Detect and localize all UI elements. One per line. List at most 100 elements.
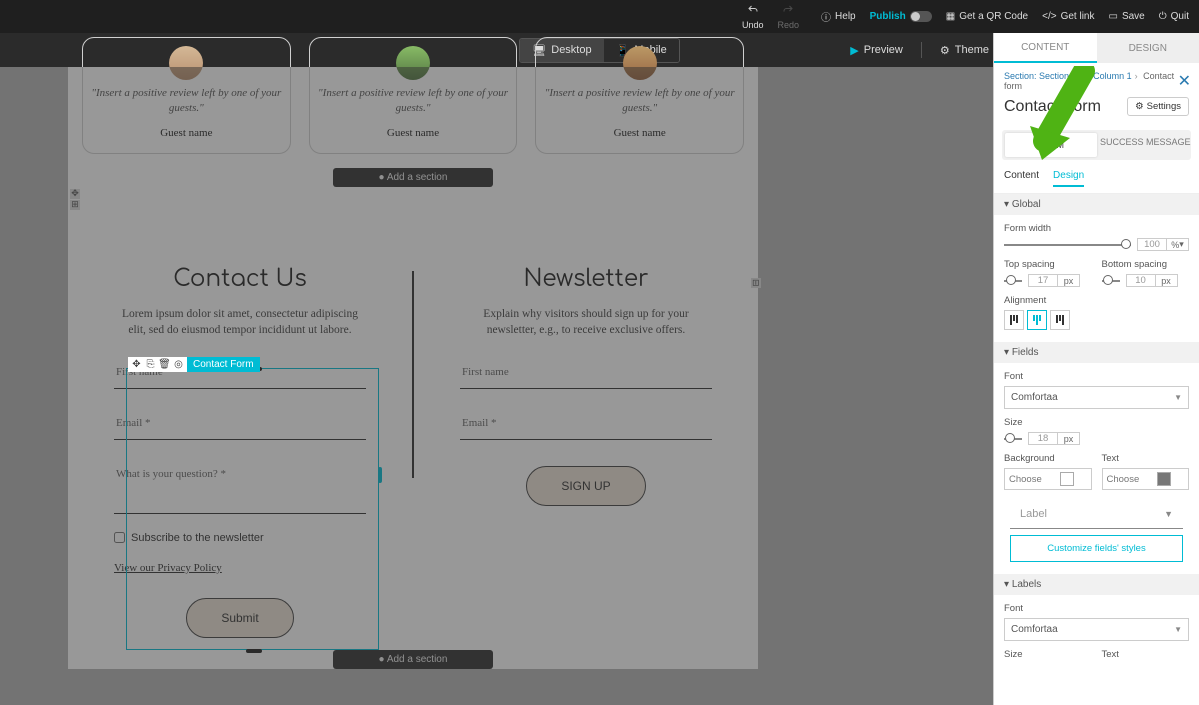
subtab-design[interactable]: Design (1053, 170, 1084, 187)
nl-first-name-field[interactable]: First name (460, 356, 712, 389)
move-icon[interactable]: ✥ (131, 359, 142, 370)
section-fields[interactable]: ▾ Fields (994, 342, 1199, 363)
form-tab[interactable]: FORM (1005, 133, 1097, 157)
crumb-column[interactable]: Column 1 (1093, 71, 1132, 81)
quit-button[interactable]: ⏻ Quit (1159, 11, 1189, 22)
get-link-button[interactable]: </> Get link (1042, 11, 1094, 22)
background-color-picker[interactable]: Choose (1004, 468, 1092, 490)
top-spacing-label: Top spacing (1004, 259, 1092, 270)
qr-button[interactable]: ▦ Get a QR Code (946, 11, 1028, 22)
newsletter-title: Newsletter (460, 267, 712, 292)
bottom-spacing-input[interactable] (1127, 275, 1155, 286)
testimonial-quote: "Insert a positive review left by one of… (318, 86, 509, 117)
play-icon: ▶ (850, 44, 858, 57)
properties-panel: CONTENT DESIGN ✕ Section: Section 13› Co… (993, 33, 1199, 705)
hide-icon[interactable]: ◎ (173, 359, 184, 370)
theme-icon: ⚙ (940, 44, 950, 57)
email-field[interactable]: Email * (114, 407, 366, 440)
testimonial-card[interactable]: "Insert a positive review left by one of… (82, 37, 291, 154)
qr-icon: ▦ (946, 11, 955, 22)
color-swatch (1157, 472, 1171, 486)
guest-name: Guest name (91, 127, 282, 139)
top-spacing-input[interactable] (1029, 275, 1057, 286)
guest-name: Guest name (544, 127, 735, 139)
labels-size-label: Size (1004, 649, 1092, 660)
font-select[interactable]: Comfortaa▼ (1004, 386, 1189, 409)
toggle-off-icon (910, 11, 932, 22)
preview-button[interactable]: ▶ Preview (850, 44, 903, 57)
align-center-button[interactable] (1027, 310, 1047, 330)
panel-heading: Contact Form (1004, 98, 1101, 116)
testimonial-quote: "Insert a positive review left by one of… (544, 86, 735, 117)
resize-handle-right[interactable] (378, 467, 382, 483)
delete-icon[interactable]: 🗑 (159, 359, 170, 370)
redo-button[interactable]: Redo (778, 4, 800, 30)
testimonial-card[interactable]: "Insert a positive review left by one of… (309, 37, 518, 154)
undo-button[interactable]: Undo (742, 4, 764, 30)
subscribe-row[interactable]: Subscribe to the newsletter (114, 532, 366, 544)
alignment-label: Alignment (1004, 295, 1189, 306)
settings-button[interactable]: ⚙ Settings (1127, 97, 1189, 116)
nl-email-field[interactable]: Email * (460, 407, 712, 440)
section-global[interactable]: ▾ Global (994, 194, 1199, 215)
customize-fields-button[interactable]: Customize fields' styles (1010, 535, 1183, 562)
theme-button[interactable]: ⚙ Theme (940, 44, 989, 57)
help-button[interactable]: ⓘ Help (821, 9, 856, 24)
save-icon: ▭ (1108, 11, 1117, 22)
save-button[interactable]: ▭ Save (1108, 11, 1144, 22)
crumb-section[interactable]: Section: Section 13 (1004, 71, 1082, 81)
contact-newsletter-section: Contact Us Lorem ipsum dolor sit amet, c… (68, 267, 758, 648)
bottom-spacing-slider[interactable] (1102, 280, 1120, 282)
breadcrumb: Section: Section 13› Column 1› Contact f… (994, 63, 1199, 95)
labels-font-select[interactable]: Comfortaa▼ (1004, 618, 1189, 641)
success-message-tab[interactable]: SUCCESS MESSAGE (1100, 130, 1192, 160)
testimonials-row: "Insert a positive review left by one of… (68, 37, 758, 164)
copy-icon[interactable]: ⎘ (145, 359, 156, 370)
panel-top-tabs: CONTENT DESIGN (994, 33, 1199, 63)
align-left-button[interactable] (1004, 310, 1024, 330)
subscribe-checkbox[interactable] (114, 532, 125, 543)
grid-icon[interactable]: ⊞ (70, 200, 80, 210)
publish-toggle[interactable]: Publish (870, 11, 932, 22)
form-width-unit[interactable]: % ▾ (1166, 239, 1188, 250)
power-icon: ⏻ (1159, 11, 1167, 22)
canvas-area: "Insert a positive review left by one of… (0, 67, 993, 705)
size-label: Size (1004, 417, 1189, 428)
size-slider[interactable] (1004, 438, 1022, 440)
add-section-button[interactable]: ● Add a section (333, 650, 493, 669)
ruler-right-icon[interactable]: ⊟ (751, 278, 761, 288)
newsletter-column: Newsletter Explain why visitors should s… (414, 267, 758, 638)
form-width-input[interactable] (1138, 239, 1166, 250)
size-input[interactable] (1029, 433, 1057, 444)
add-section-button[interactable]: ● Add a section (333, 168, 493, 187)
chevron-down-icon: ▼ (1174, 625, 1182, 634)
signup-button[interactable]: SIGN UP (526, 466, 645, 506)
move-icon[interactable]: ✥ (70, 189, 80, 199)
tab-content[interactable]: CONTENT (994, 33, 1097, 63)
avatar (169, 46, 203, 80)
help-icon: ⓘ (821, 9, 831, 24)
font-label: Font (1004, 371, 1189, 382)
tab-design[interactable]: DESIGN (1097, 33, 1199, 63)
px-unit: px (1155, 275, 1177, 286)
section-labels[interactable]: ▾ Labels (994, 574, 1199, 595)
subtab-content[interactable]: Content (1004, 170, 1039, 187)
text-color-picker[interactable]: Choose (1102, 468, 1190, 490)
chevron-down-icon: ▼ (1164, 509, 1173, 519)
privacy-policy-link[interactable]: View our Privacy Policy (114, 562, 222, 574)
color-swatch (1060, 472, 1074, 486)
contact-title: Contact Us (114, 267, 366, 292)
question-field[interactable]: What is your question? * (114, 458, 366, 514)
testimonial-card[interactable]: "Insert a positive review left by one of… (535, 37, 744, 154)
top-bar: Undo Redo ⓘ Help Publish ▦ Get a QR Code… (0, 0, 1199, 33)
resize-handle-bottom[interactable] (246, 649, 262, 653)
form-width-slider[interactable] (1004, 244, 1131, 246)
field-preview: Label ▼ (1010, 500, 1183, 529)
submit-button[interactable]: Submit (186, 598, 293, 638)
labels-text-label: Text (1102, 649, 1190, 660)
form-success-tabs: FORM SUCCESS MESSAGE (1002, 130, 1191, 160)
content-design-subtabs: Content Design (994, 170, 1199, 194)
top-spacing-slider[interactable] (1004, 280, 1022, 282)
close-icon[interactable]: ✕ (1178, 71, 1191, 91)
align-right-button[interactable] (1050, 310, 1070, 330)
